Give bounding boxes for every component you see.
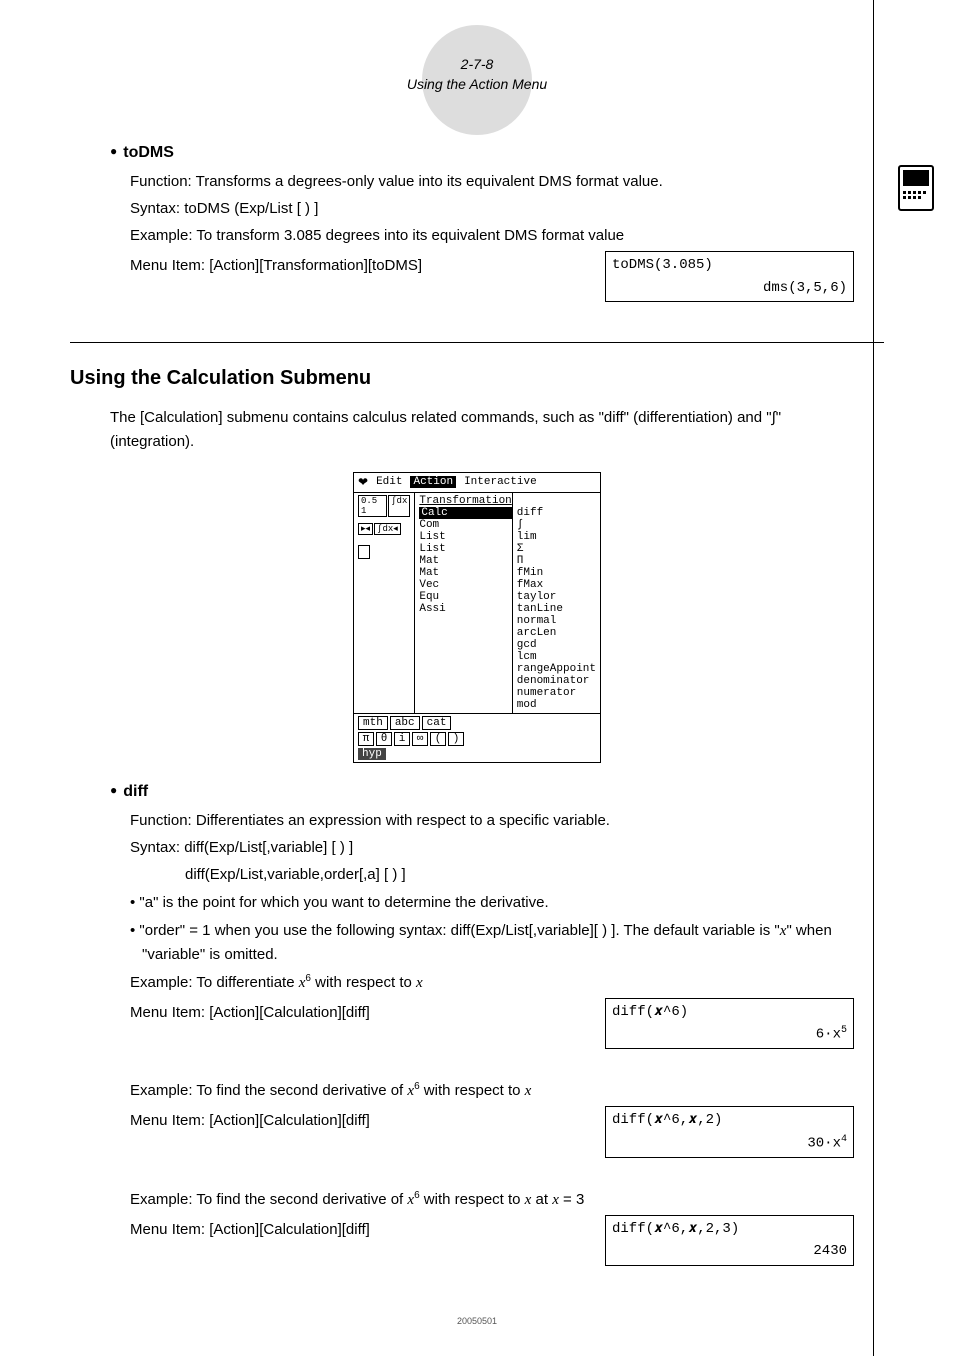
calc-menu-item: mod <box>517 699 596 711</box>
calc-menu-item: taylor <box>517 591 596 603</box>
diff-example3: Example: To find the second derivative o… <box>130 1188 854 1212</box>
calc-menu-item: Π <box>517 555 596 567</box>
soft-key: π <box>358 732 374 746</box>
diff-example1: Example: To differentiate x6 with respec… <box>130 971 854 995</box>
diff-syntax2: diff(Exp/List,variable,order[,a] [ ) ] <box>185 863 854 887</box>
calc-menu-item: lim <box>517 531 596 543</box>
soft-tab: mth <box>358 716 388 730</box>
todms-function: Function: Transforms a degrees-only valu… <box>130 170 854 194</box>
menu-action: Action <box>410 476 456 488</box>
todms-heading: toDMS <box>110 144 884 162</box>
todms-calc-display: toDMS(3.085) dms(3,5,6) <box>605 251 854 302</box>
todms-menu-item: Menu Item: [Action][Transformation][toDM… <box>130 254 585 278</box>
diff-body: Function: Differentiates an expression w… <box>130 809 854 1266</box>
calc-output: 6·x5 <box>612 1023 847 1046</box>
calc-menu-item: tanLine <box>517 603 596 615</box>
calculator-icon <box>898 165 934 211</box>
calc-menu-item: fMax <box>517 579 596 591</box>
submenu-item: Mat <box>419 555 511 567</box>
calc-menu-item: denominator <box>517 675 596 687</box>
heart-icon: ❤ <box>358 475 368 490</box>
diff-calc-display-2: diff(𝒙^6,𝒙,2) 30·x4 <box>605 1106 854 1157</box>
calc-input: diff(𝒙^6) <box>612 1001 847 1023</box>
calc-menu-item: fMin <box>517 567 596 579</box>
submenu-item: Equ <box>419 591 511 603</box>
calc-menu-item: normal <box>517 615 596 627</box>
submenu-item: Vec <box>419 579 511 591</box>
calc-input: diff(𝒙^6,𝒙,2,3) <box>612 1218 847 1240</box>
soft-key: θ <box>376 732 392 746</box>
calc-menu-item: rangeAppoint <box>517 663 596 675</box>
todms-example: Example: To transform 3.085 degrees into… <box>130 224 854 248</box>
calc-menu-item: numerator <box>517 687 596 699</box>
diff-syntax1: Syntax: diff(Exp/List[,variable] [ ) ] <box>130 836 854 860</box>
diff-note-a: "a" is the point for which you want to d… <box>130 891 854 915</box>
submenu-item: List <box>419 543 511 555</box>
calc-menu-item: gcd <box>517 639 596 651</box>
calc-input: toDMS(3.085) <box>612 254 847 276</box>
hyp-key: hyp <box>358 748 386 760</box>
calc-menu-item: diff <box>517 507 596 519</box>
soft-key: ) <box>448 732 464 746</box>
calc-output: 2430 <box>612 1240 847 1262</box>
page-ref: 2-7-8 <box>70 55 884 75</box>
calc-section-intro: The [Calculation] submenu contains calcu… <box>110 406 854 454</box>
page-title: Using the Action Menu <box>70 75 884 95</box>
calc-menu-item: lcm <box>517 651 596 663</box>
soft-key: i <box>394 732 410 746</box>
soft-key: ∞ <box>412 732 428 746</box>
diff-menu-item: Menu Item: [Action][Calculation][diff] <box>130 1218 585 1242</box>
todms-syntax: Syntax: toDMS (Exp/List [ ) ] <box>130 197 854 221</box>
diff-menu-item: Menu Item: [Action][Calculation][diff] <box>130 1109 585 1133</box>
calc-menu-item: arcLen <box>517 627 596 639</box>
submenu-item: Assi <box>419 603 511 615</box>
soft-tab: cat <box>422 716 452 730</box>
calc-input: diff(𝒙^6,𝒙,2) <box>612 1109 847 1131</box>
menu-interactive: Interactive <box>464 476 537 488</box>
todms-body: Function: Transforms a degrees-only valu… <box>130 170 854 302</box>
page-header: 2-7-8 Using the Action Menu <box>70 30 884 94</box>
submenu-header: Transformation <box>419 495 511 507</box>
diff-heading: diff <box>110 783 884 801</box>
soft-tab: abc <box>390 716 420 730</box>
submenu-item: Calc <box>419 507 511 519</box>
diff-function: Function: Differentiates an expression w… <box>130 809 854 833</box>
calc-menu-item: Σ <box>517 543 596 555</box>
diff-menu-item: Menu Item: [Action][Calculation][diff] <box>130 1001 585 1025</box>
calc-output: dms(3,5,6) <box>612 277 847 299</box>
calc-menu-item: ∫ <box>517 519 596 531</box>
submenu-item: Com <box>419 519 511 531</box>
diff-calc-display-3: diff(𝒙^6,𝒙,2,3) 2430 <box>605 1215 854 1266</box>
menu-edit: Edit <box>376 476 402 488</box>
section-divider <box>70 342 884 343</box>
submenu-item: Mat <box>419 567 511 579</box>
soft-key: ( <box>430 732 446 746</box>
diff-example2: Example: To find the second derivative o… <box>130 1079 854 1103</box>
footer-id: 20050501 <box>70 1316 884 1326</box>
diff-note-order: "order" = 1 when you use the following s… <box>130 919 854 967</box>
calc-section-title: Using the Calculation Submenu <box>70 367 884 390</box>
menu-screenshot: ❤ Edit Action Interactive 0.5 1∫dx ▸◂∫dx… <box>353 472 601 763</box>
submenu-item: List <box>419 531 511 543</box>
diff-calc-display-1: diff(𝒙^6) 6·x5 <box>605 998 854 1049</box>
calc-output: 30·x4 <box>612 1132 847 1155</box>
